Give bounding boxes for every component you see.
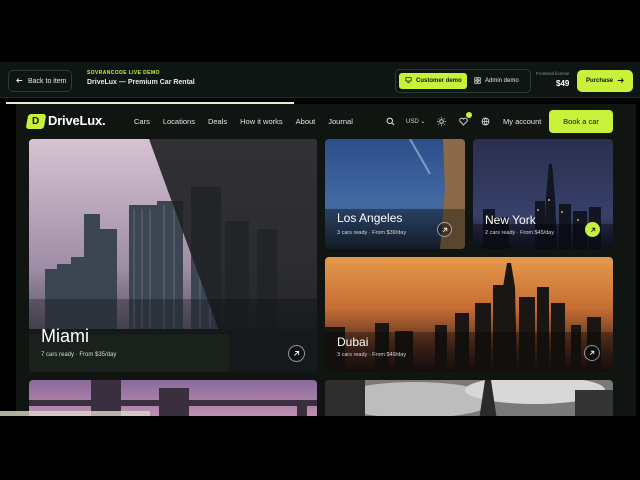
language-icon[interactable] [480, 116, 490, 126]
nav-item-cars[interactable]: Cars [134, 117, 150, 126]
chevron-down-icon: ⌄ [420, 119, 426, 125]
screen: Back to item SOVRANCODE LIVE DEMO DriveL… [0, 0, 640, 480]
demo-tag: SOVRANCODE LIVE DEMO [87, 70, 160, 76]
logo[interactable]: DriveLux. [48, 113, 106, 128]
arrow-up-right-icon[interactable] [585, 222, 600, 237]
license-price: $49 [556, 79, 570, 88]
admin-demo-button[interactable]: Admin demo [474, 73, 519, 89]
city-name-dubai: Dubai [337, 335, 369, 349]
favorites-badge [466, 112, 472, 118]
location-card-paris[interactable] [325, 380, 613, 416]
paris-image [325, 380, 613, 416]
city-meta-dubai: 3 cars ready · From $49/day [337, 352, 407, 358]
search-icon[interactable] [385, 116, 395, 126]
arrow-up-right-icon[interactable] [437, 222, 452, 237]
city-name-miami: Miami [41, 326, 89, 346]
admin-demo-label: Admin demo [485, 78, 519, 84]
city-name-new-york: New York [485, 213, 536, 227]
location-card-los-angeles[interactable]: Los Angeles 3 cars ready · From $39/day [325, 139, 465, 249]
currency-select[interactable]: USD ⌄ [406, 118, 425, 125]
nav-item-journal[interactable]: Journal [328, 117, 353, 126]
city-name-los-angeles: Los Angeles [337, 211, 403, 225]
demo-toolbar: Back to item SOVRANCODE LIVE DEMO DriveL… [0, 62, 640, 98]
customer-demo-label: Customer demo [416, 78, 462, 84]
arrow-right-icon [617, 77, 624, 86]
letterbox-bottom [0, 416, 640, 480]
theme-sun-icon[interactable] [436, 116, 446, 126]
back-to-item-button[interactable]: Back to item [8, 70, 72, 92]
website: D DriveLux. Cars Locations Deals How it … [16, 104, 636, 416]
nav-item-locations[interactable]: Locations [163, 117, 195, 126]
back-to-item-label: Back to item [28, 77, 67, 85]
book-a-car-button[interactable]: Book a car [549, 110, 613, 133]
city-meta-new-york: 2 cars ready · From $45/day [485, 230, 555, 236]
main-nav: Cars Locations Deals How it works About … [134, 117, 353, 126]
arrow-up-right-icon[interactable] [584, 345, 600, 361]
purchase-button[interactable]: Purchase [577, 70, 633, 92]
location-card-dubai[interactable]: Dubai 3 cars ready · From $49/day [325, 257, 613, 372]
grid-icon [474, 76, 481, 86]
demo-title: DriveLux — Premium Car Rental [87, 79, 195, 86]
nav-item-deals[interactable]: Deals [208, 117, 227, 126]
arrow-up-right-icon[interactable] [288, 345, 305, 362]
location-card-new-york[interactable]: New York 2 cars ready · From $45/day [473, 139, 613, 249]
customer-demo-button[interactable]: Customer demo [399, 73, 467, 89]
logo-mark-icon[interactable]: D [25, 114, 47, 129]
nav-item-about[interactable]: About [296, 117, 316, 126]
location-card-miami[interactable]: Miami 7 cars ready · From $35/day [29, 139, 317, 372]
arrow-left-icon [16, 77, 23, 86]
city-meta-miami: 7 cars ready · From $35/day [41, 352, 117, 358]
purchase-label: Purchase [585, 78, 613, 84]
demo-switch: Customer demo Admin demo [395, 69, 531, 93]
license-label: Frontend license [536, 71, 570, 76]
nav-item-how-it-works[interactable]: How it works [240, 117, 283, 126]
monitor-icon [405, 77, 412, 85]
city-meta-los-angeles: 3 cars ready · From $39/day [337, 230, 407, 236]
my-account-link[interactable]: My account [503, 117, 541, 126]
